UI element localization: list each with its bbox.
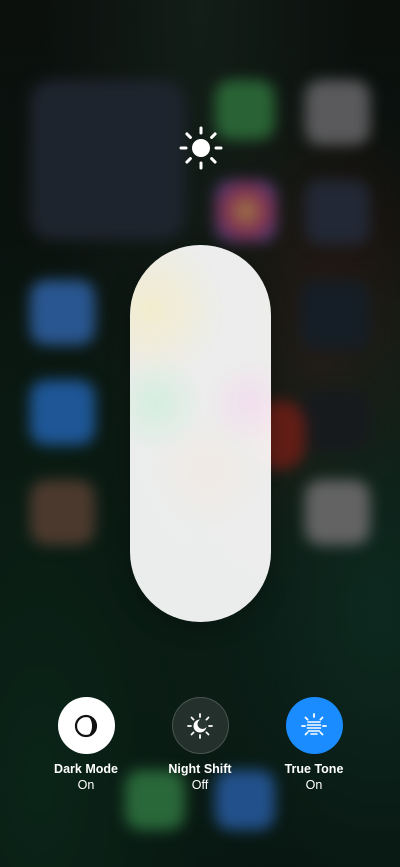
night-shift-toggle[interactable]: Night Shift Off: [150, 697, 250, 793]
brightness-slider[interactable]: [130, 245, 271, 622]
dark-mode-toggle[interactable]: Dark Mode On: [36, 697, 136, 793]
night-shift-state: Off: [191, 778, 209, 792]
night-shift-icon: [187, 712, 213, 739]
dark-mode-label: Dark Mode: [54, 762, 118, 776]
true-tone-label: True Tone: [284, 762, 344, 776]
dark-mode-button[interactable]: [57, 697, 115, 754]
dark-mode-state: On: [77, 778, 95, 792]
night-shift-button[interactable]: [171, 697, 229, 754]
true-tone-toggle[interactable]: True Tone On: [264, 697, 364, 793]
true-tone-state: On: [305, 778, 323, 792]
dark-mode-icon: [74, 714, 98, 737]
true-tone-icon: [301, 712, 327, 735]
true-tone-button[interactable]: [285, 697, 343, 754]
night-shift-label: Night Shift: [168, 762, 232, 776]
brightness-slider-fill: [130, 245, 271, 622]
brightness-sun-icon: [178, 125, 224, 171]
